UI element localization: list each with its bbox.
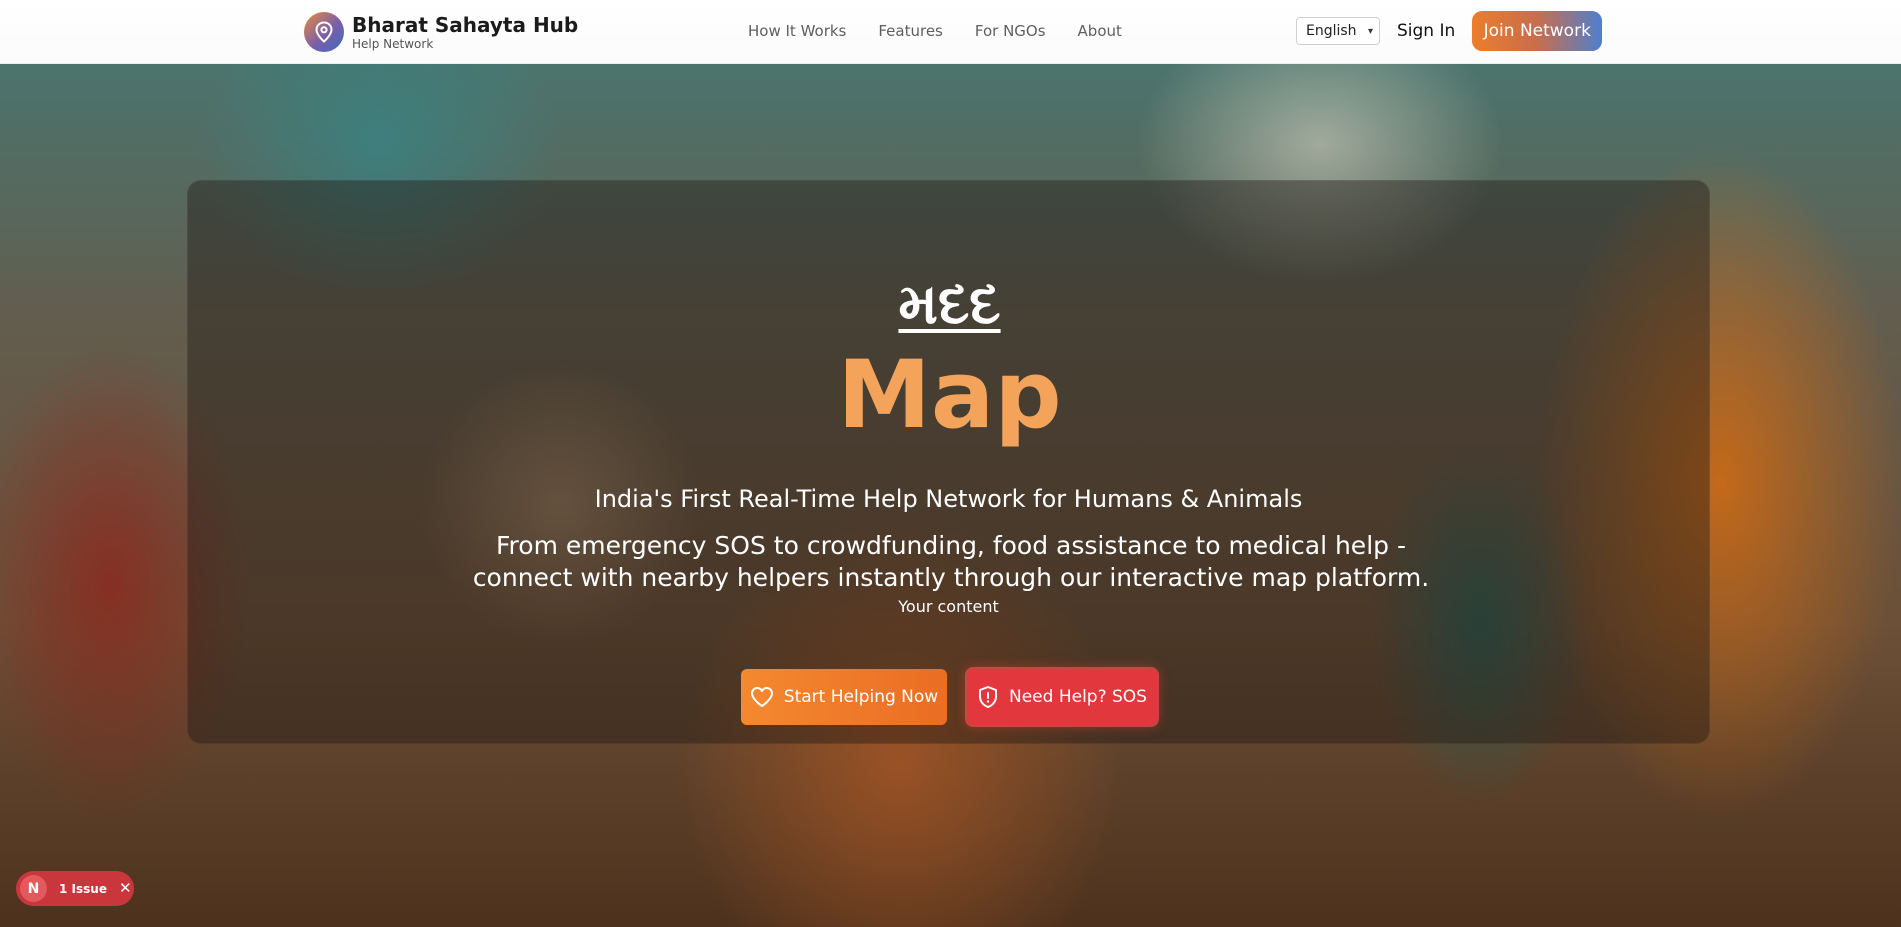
issue-count[interactable]: 1 Issue (59, 882, 107, 896)
start-helping-label: Start Helping Now (783, 687, 939, 707)
brand-name: Bharat Sahayta Hub (352, 12, 579, 37)
hero-description: From emergency SOS to crowdfunding, food… (472, 531, 1430, 592)
chevron-down-icon: ▾ (1367, 25, 1373, 37)
issue-badge: N 1 Issue ✕ (16, 871, 134, 906)
start-helping-button[interactable]: Start Helping Now (741, 669, 947, 725)
language-select[interactable]: English ▾ (1296, 17, 1380, 45)
hero-cta-row: Start Helping Now Need Help? SOS (741, 669, 1157, 725)
nav-actions: English ▾ Sign In Join Network (1296, 0, 1603, 62)
nav-link-features[interactable]: Features (878, 22, 943, 40)
brand[interactable]: Bharat Sahayta Hub Help Network (304, 12, 578, 52)
hero-title: Map (837, 341, 1062, 450)
nav-links: How It Works Features For NGOs About (748, 0, 1154, 62)
top-navbar: Bharat Sahayta Hub Help Network How It W… (0, 0, 1901, 64)
sos-label: Need Help? SOS (1009, 687, 1147, 707)
sos-button[interactable]: Need Help? SOS (967, 669, 1157, 725)
nav-link-how-it-works[interactable]: How It Works (748, 22, 846, 40)
join-network-button[interactable]: Join Network (1472, 11, 1603, 51)
shield-alert-icon (977, 685, 999, 709)
hero-tagline: India's First Real-Time Help Network for… (594, 485, 1303, 513)
issue-logo-icon[interactable]: N (20, 875, 47, 902)
hero-content-note: Your content (898, 597, 999, 616)
nav-link-about[interactable]: About (1078, 22, 1122, 40)
language-select-value: English (1306, 23, 1357, 39)
map-pin-icon (304, 12, 344, 52)
nav-link-for-ngos[interactable]: For NGOs (975, 22, 1046, 40)
sign-in-link[interactable]: Sign In (1397, 21, 1455, 41)
hero-panel: મદદ Map (187, 180, 1710, 744)
brand-tagline: Help Network (352, 36, 434, 51)
close-icon[interactable]: ✕ (119, 881, 132, 896)
hero-script-title: મદદ (898, 272, 1001, 337)
heart-icon (750, 686, 774, 708)
